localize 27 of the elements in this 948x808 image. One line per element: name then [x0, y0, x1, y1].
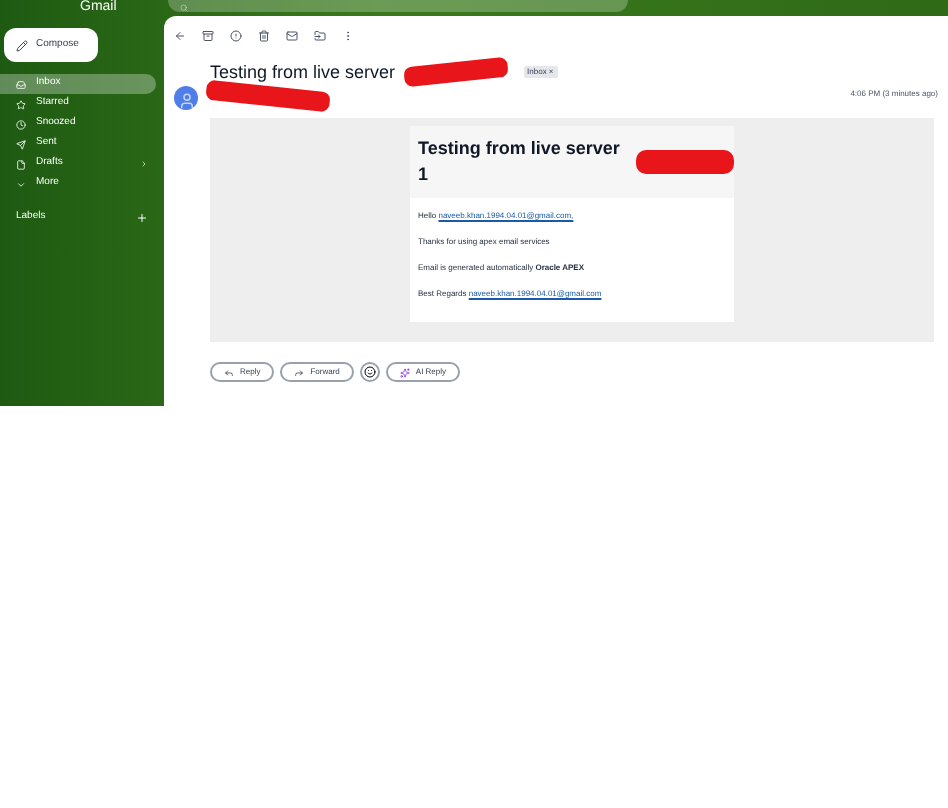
emoji-button[interactable]	[359, 362, 380, 382]
forward-icon	[294, 367, 305, 377]
ai-icon	[399, 367, 410, 377]
email-subject: Testing from live server	[210, 62, 396, 82]
archive-icon[interactable]	[202, 30, 214, 42]
draft-icon	[16, 159, 26, 169]
add-label-icon[interactable]	[136, 211, 148, 224]
inbox-icon	[16, 79, 26, 89]
search-field[interactable]	[168, 0, 628, 12]
alert-icon[interactable]	[230, 30, 242, 42]
smile-icon	[363, 366, 376, 378]
reply-icon	[224, 367, 234, 377]
redaction-mark	[205, 79, 331, 113]
folder-icon[interactable]	[314, 30, 326, 42]
back-icon[interactable]	[174, 30, 186, 42]
clock-icon	[16, 119, 26, 129]
send-icon	[16, 139, 26, 149]
redaction-mark	[635, 150, 734, 174]
more-icon	[16, 179, 26, 189]
trash-icon[interactable]	[258, 30, 270, 42]
person-icon	[177, 92, 195, 110]
redaction-mark	[402, 56, 508, 88]
star-icon	[16, 99, 26, 109]
search-icon	[180, 4, 188, 12]
mail-icon[interactable]	[286, 30, 298, 42]
email-heading: Testing from live server 1	[418, 135, 622, 188]
pencil-icon	[16, 39, 28, 51]
